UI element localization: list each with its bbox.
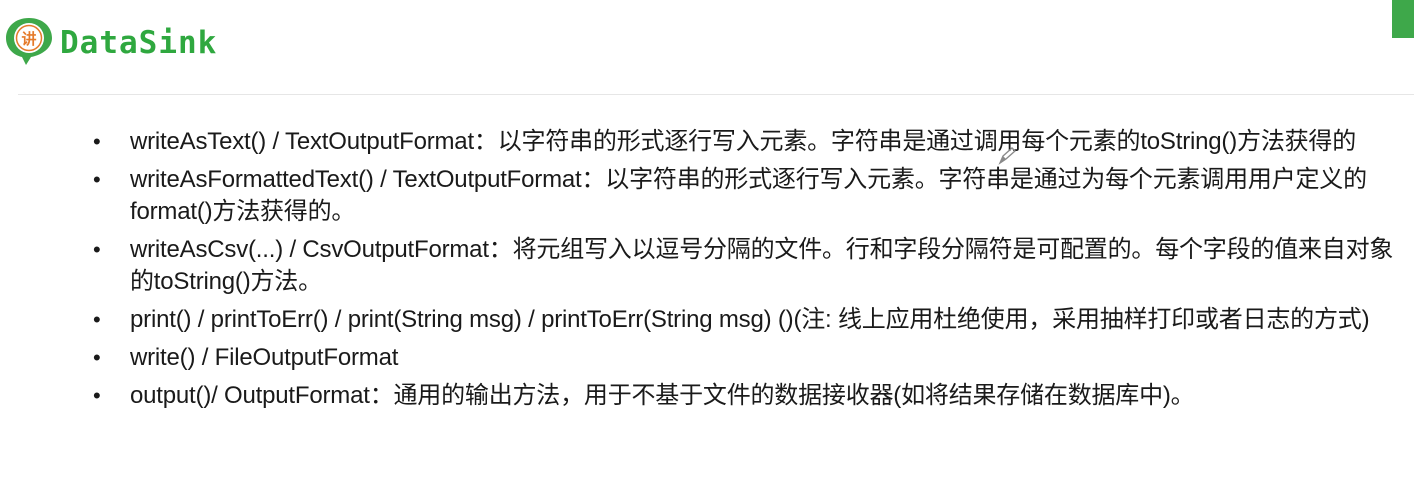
list-item: • writeAsFormattedText() / TextOutputFor… bbox=[0, 164, 1414, 228]
list-item-text: output()/ OutputFormat：通用的输出方法，用于不基于文件的数… bbox=[130, 382, 1195, 409]
corner-accent-tab bbox=[1392, 0, 1414, 38]
list-item-text: write() / FileOutputFormat bbox=[130, 344, 399, 371]
bullet-marker: • bbox=[93, 237, 101, 262]
page-title: DataSink bbox=[60, 25, 218, 61]
slide-body: • writeAsText() / TextOutputFormat：以字符串的… bbox=[0, 126, 1414, 418]
list-item-text: writeAsText() / TextOutputFormat：以字符串的形式… bbox=[130, 128, 1357, 155]
chat-bubble-logo-icon: 讲 bbox=[6, 18, 52, 65]
list-item: • writeAsText() / TextOutputFormat：以字符串的… bbox=[0, 126, 1414, 158]
bullet-marker: • bbox=[93, 129, 101, 154]
list-item: • output()/ OutputFormat：通用的输出方法，用于不基于文件… bbox=[0, 380, 1414, 412]
bullet-marker: • bbox=[93, 345, 101, 370]
bullet-marker: • bbox=[93, 383, 101, 408]
list-item-text: writeAsFormattedText() / TextOutputForma… bbox=[130, 166, 1367, 225]
slide-header: 讲 DataSink bbox=[0, 0, 1414, 94]
bullet-list: • writeAsText() / TextOutputFormat：以字符串的… bbox=[0, 126, 1414, 412]
list-item: • write() / FileOutputFormat bbox=[0, 342, 1414, 374]
bullet-marker: • bbox=[93, 307, 101, 332]
pen-cursor-icon bbox=[998, 147, 1017, 165]
header-divider bbox=[18, 94, 1414, 95]
list-item: • print() / printToErr() / print(String … bbox=[0, 304, 1414, 336]
list-item-text: writeAsCsv(...) / CsvOutputFormat：将元组写入以… bbox=[130, 236, 1394, 295]
list-item: • writeAsCsv(...) / CsvOutputFormat：将元组写… bbox=[0, 234, 1414, 298]
list-item-text: print() / printToErr() / print(String ms… bbox=[130, 306, 1370, 333]
bullet-marker: • bbox=[93, 167, 101, 192]
logo-glyph: 讲 bbox=[21, 30, 36, 48]
